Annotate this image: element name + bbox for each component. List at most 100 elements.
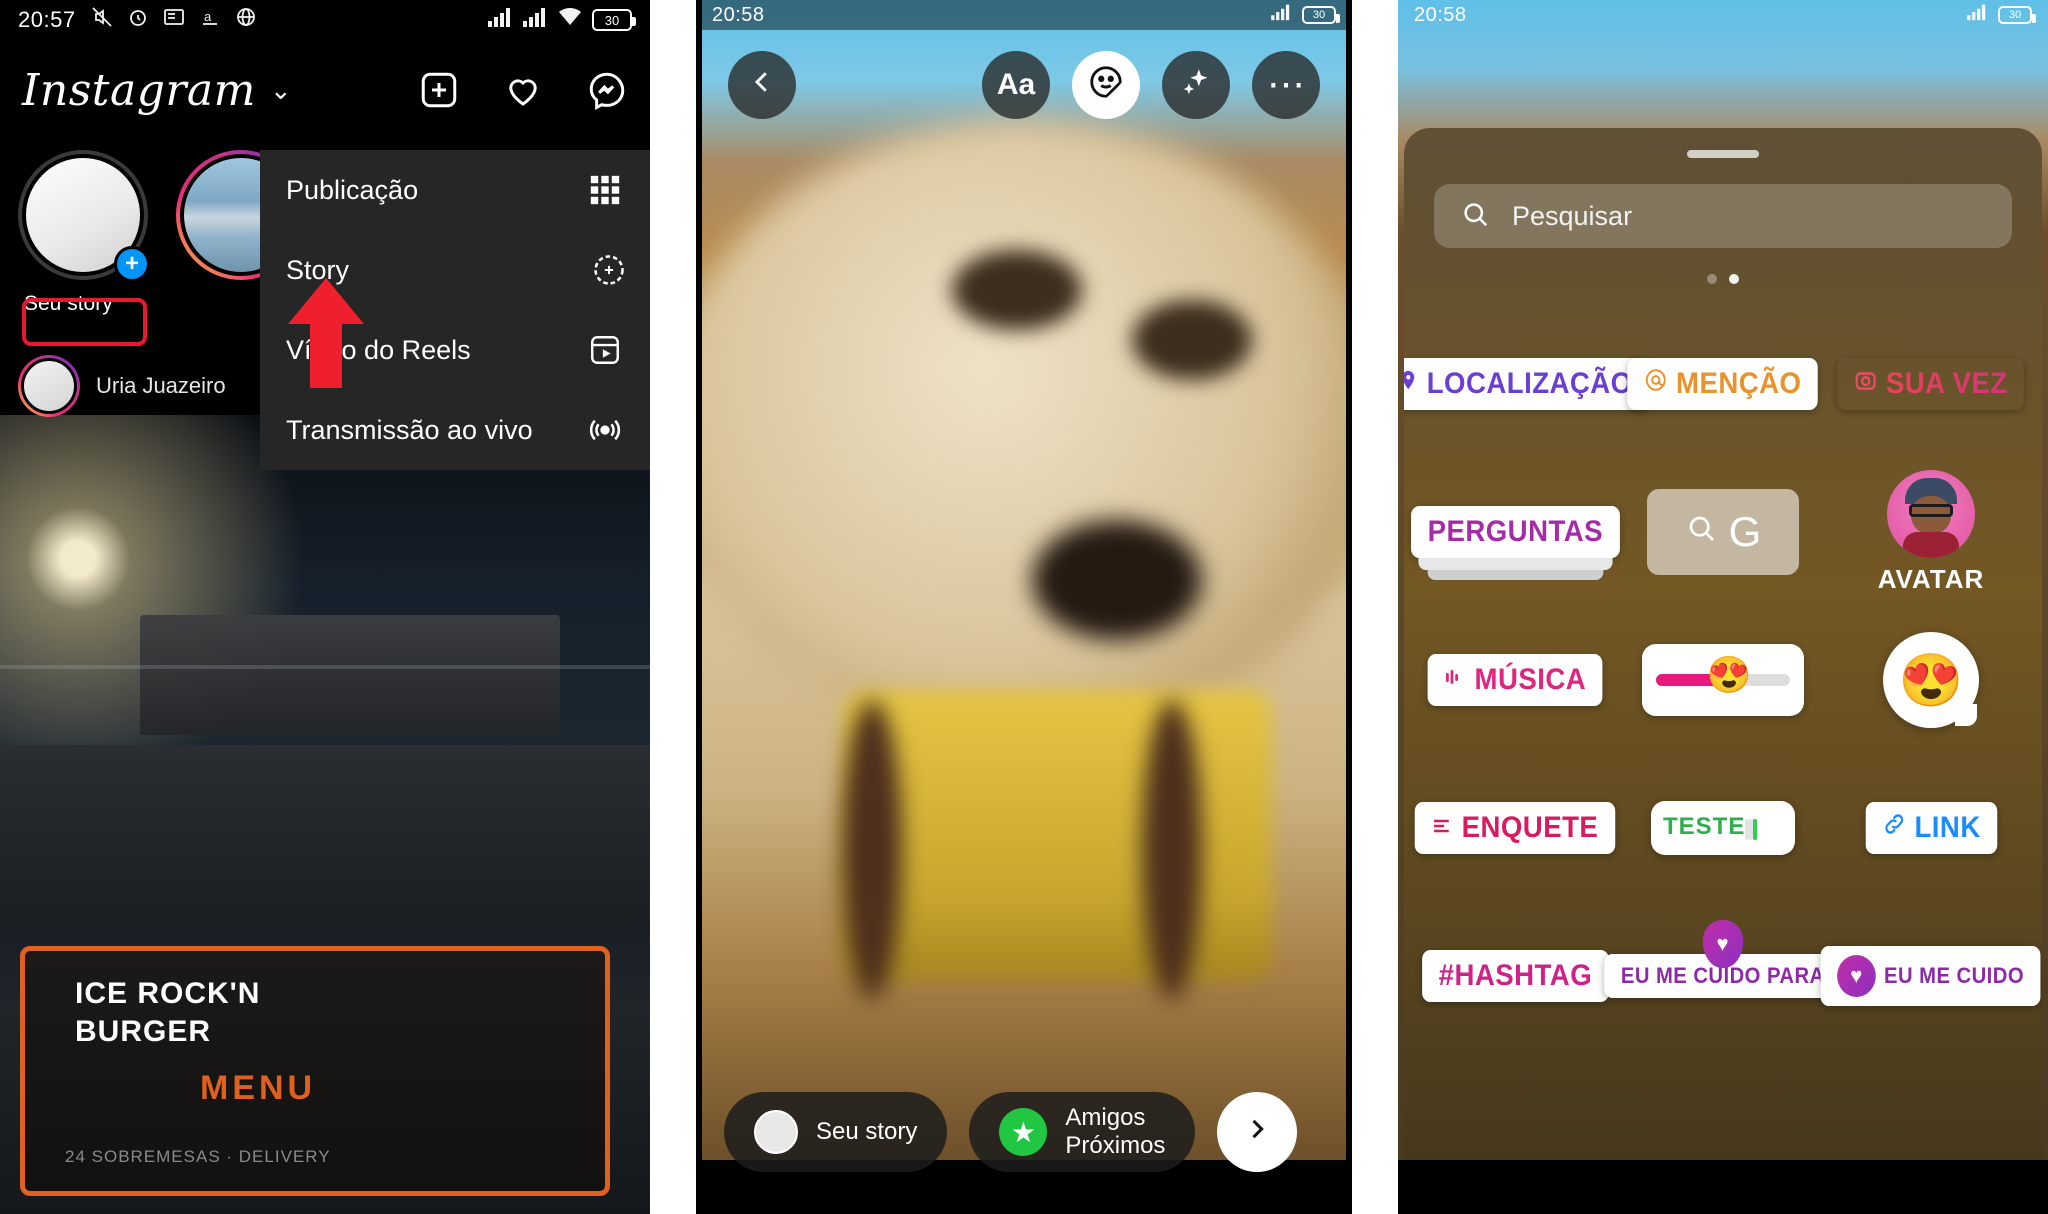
signal-2-icon xyxy=(522,6,548,34)
sticker-gif-search[interactable]: G xyxy=(1647,489,1799,575)
second-story-row[interactable]: Uria Juazeiro xyxy=(18,355,226,417)
back-button[interactable] xyxy=(728,51,796,119)
add-story-badge[interactable]: + xyxy=(114,246,150,282)
story-share-bar: Seu story ★ Amigos Próximos xyxy=(696,1092,1352,1172)
sticker-sua-vez[interactable]: SUA VEZ xyxy=(1837,358,2024,410)
sticker-row: LOCALIZAÇÃO MENÇÃO SUA VEZ xyxy=(1404,310,2020,458)
sheet-grabber[interactable] xyxy=(1687,150,1759,158)
globe-icon xyxy=(234,5,258,35)
messenger-icon[interactable] xyxy=(586,69,628,111)
search-placeholder: Pesquisar xyxy=(1512,200,1633,231)
avatar xyxy=(21,358,77,414)
status-left-icons: a xyxy=(90,5,258,35)
music-bars-icon xyxy=(1444,663,1466,697)
screenshot-stage: 20:57 a 30 Instagram ⌄ + Seu story Uria … xyxy=(0,0,2048,1214)
sticker-label: PERGUNTAS xyxy=(1427,515,1603,548)
plus-square-icon[interactable] xyxy=(418,69,460,111)
ellipsis-icon: ⋯ xyxy=(1267,64,1305,106)
battery-icon: 30 xyxy=(1998,6,2036,24)
sticker-localizacao[interactable]: LOCALIZAÇÃO xyxy=(1404,358,1649,410)
sticker-teste[interactable]: TESTE xyxy=(1651,801,1795,855)
battery-icon: 30 xyxy=(592,9,636,31)
sparkles-icon xyxy=(1179,65,1213,106)
status-time: 20:58 xyxy=(712,3,765,26)
sticker-emoji-slider[interactable]: 😍 xyxy=(1642,644,1804,716)
close-friends-label: Amigos Próximos xyxy=(1065,1104,1165,1159)
sticker-link[interactable]: LINK xyxy=(1865,802,1997,854)
sticker-label: ENQUETE xyxy=(1461,811,1599,844)
sticker-filme-cuido[interactable]: ♥ EU ME CUIDO xyxy=(1820,946,2042,1006)
battery-level: 30 xyxy=(604,12,620,28)
photo-horizon xyxy=(0,665,650,669)
reels-icon xyxy=(586,331,624,369)
sticker-enquete[interactable]: ENQUETE xyxy=(1414,802,1616,854)
menu-board: ICE ROCK'N BURGER MENU 24 SOBREMESAS · D… xyxy=(20,946,610,1196)
sticker-label: LOCALIZAÇÃO xyxy=(1426,367,1633,400)
next-button[interactable] xyxy=(1217,1092,1298,1172)
status-time: 20:57 xyxy=(18,7,76,32)
panel-instagram-home: 20:57 a 30 Instagram ⌄ + Seu story Uria … xyxy=(0,0,650,1214)
chevron-left-icon xyxy=(747,67,777,104)
avatar xyxy=(754,1110,798,1154)
sticker-row: #HASHTAG ♥ EU ME CUIDO PARA ♥ EU ME CUID… xyxy=(1421,902,2042,1050)
status-bar: 20:57 a 30 xyxy=(0,0,650,40)
your-story-button[interactable]: Seu story xyxy=(724,1092,948,1172)
page-dot-1[interactable] xyxy=(1707,274,1717,284)
menu-board-line3: MENU xyxy=(200,1069,317,1107)
sticker-sheet: Pesquisar LOCALIZAÇÃO MENÇÃO SUA VEZ PER… xyxy=(1404,128,2042,1160)
camera-icon xyxy=(1854,367,1878,401)
status-bar: 20:58 30 xyxy=(696,0,1352,30)
translate-icon: a xyxy=(198,5,222,35)
annotation-arrow-story xyxy=(288,278,364,388)
close-friends-line1: Amigos xyxy=(1065,1104,1146,1132)
menu-item-label: Transmissão ao vivo xyxy=(286,414,533,445)
close-friends-line2: Próximos xyxy=(1065,1132,1166,1159)
slider-track: 😍 xyxy=(1656,657,1790,693)
header-icons xyxy=(418,69,628,111)
menu-item-transmissao-ao-vivo[interactable]: Transmissão ao vivo xyxy=(260,390,650,470)
page-dot-2[interactable] xyxy=(1729,274,1739,284)
sticker-musica[interactable]: MÚSICA xyxy=(1427,654,1603,706)
emoji-slider-icon: 😍 xyxy=(1706,654,1752,695)
star-icon: ★ xyxy=(999,1108,1048,1156)
sticker-avatar[interactable]: AVATAR xyxy=(1877,469,1985,595)
heart-icon[interactable] xyxy=(502,69,544,111)
sticker-emoji-reaction[interactable]: 😍 xyxy=(1883,632,1979,728)
at-icon xyxy=(1644,367,1668,401)
sticker-perguntas[interactable]: PERGUNTAS xyxy=(1410,506,1620,580)
emoji-reaction-icon: 😍 xyxy=(1898,651,1964,710)
sticker-icon xyxy=(1087,63,1125,108)
pin-icon xyxy=(1404,367,1418,401)
search-input[interactable]: Pesquisar xyxy=(1434,184,2012,248)
sticker-label: AVATAR xyxy=(1877,563,1985,594)
toolbar-tools: Aa ⋯ xyxy=(982,51,1320,119)
sticker-hashtag[interactable]: #HASHTAG xyxy=(1421,950,1609,1002)
quiz-option-correct xyxy=(1753,819,1758,840)
live-broadcast-icon xyxy=(586,411,624,449)
status-time: 20:58 xyxy=(1414,3,1467,26)
battery-level: 30 xyxy=(1312,9,1326,21)
sticker-label: LINK xyxy=(1913,811,1981,844)
text-tool-label: Aa xyxy=(996,68,1036,101)
menu-board-line1: ICE ROCK'N xyxy=(75,977,261,1010)
sticker-filme-cuido-para[interactable]: ♥ EU ME CUIDO PARA xyxy=(1604,920,1842,998)
more-options-button[interactable]: ⋯ xyxy=(1252,51,1320,119)
sticker-mencao[interactable]: MENÇÃO xyxy=(1627,358,1819,410)
grid-icon xyxy=(586,171,624,209)
instagram-header: Instagram ⌄ xyxy=(0,40,650,140)
chevron-down-icon[interactable]: ⌄ xyxy=(270,77,292,103)
panel-divider-2 xyxy=(1352,0,1398,1214)
menu-board-line4: 24 SOBREMESAS · DELIVERY xyxy=(65,1147,331,1166)
text-tool-button[interactable]: Aa xyxy=(982,51,1050,119)
close-friends-button[interactable]: ★ Amigos Próximos xyxy=(969,1092,1196,1172)
photo-road xyxy=(0,745,650,925)
signal-icon xyxy=(1270,3,1292,27)
battery-level: 30 xyxy=(2008,9,2022,21)
link-icon xyxy=(1882,811,1906,845)
menu-item-publicacao[interactable]: Publicação xyxy=(260,150,650,230)
status-right-icons: 30 xyxy=(487,6,636,34)
plus-circle-icon xyxy=(586,251,624,289)
sticker-tool-button[interactable] xyxy=(1072,51,1140,119)
effects-tool-button[interactable] xyxy=(1162,51,1230,119)
heart-badge-icon: ♥ xyxy=(1837,955,1877,997)
